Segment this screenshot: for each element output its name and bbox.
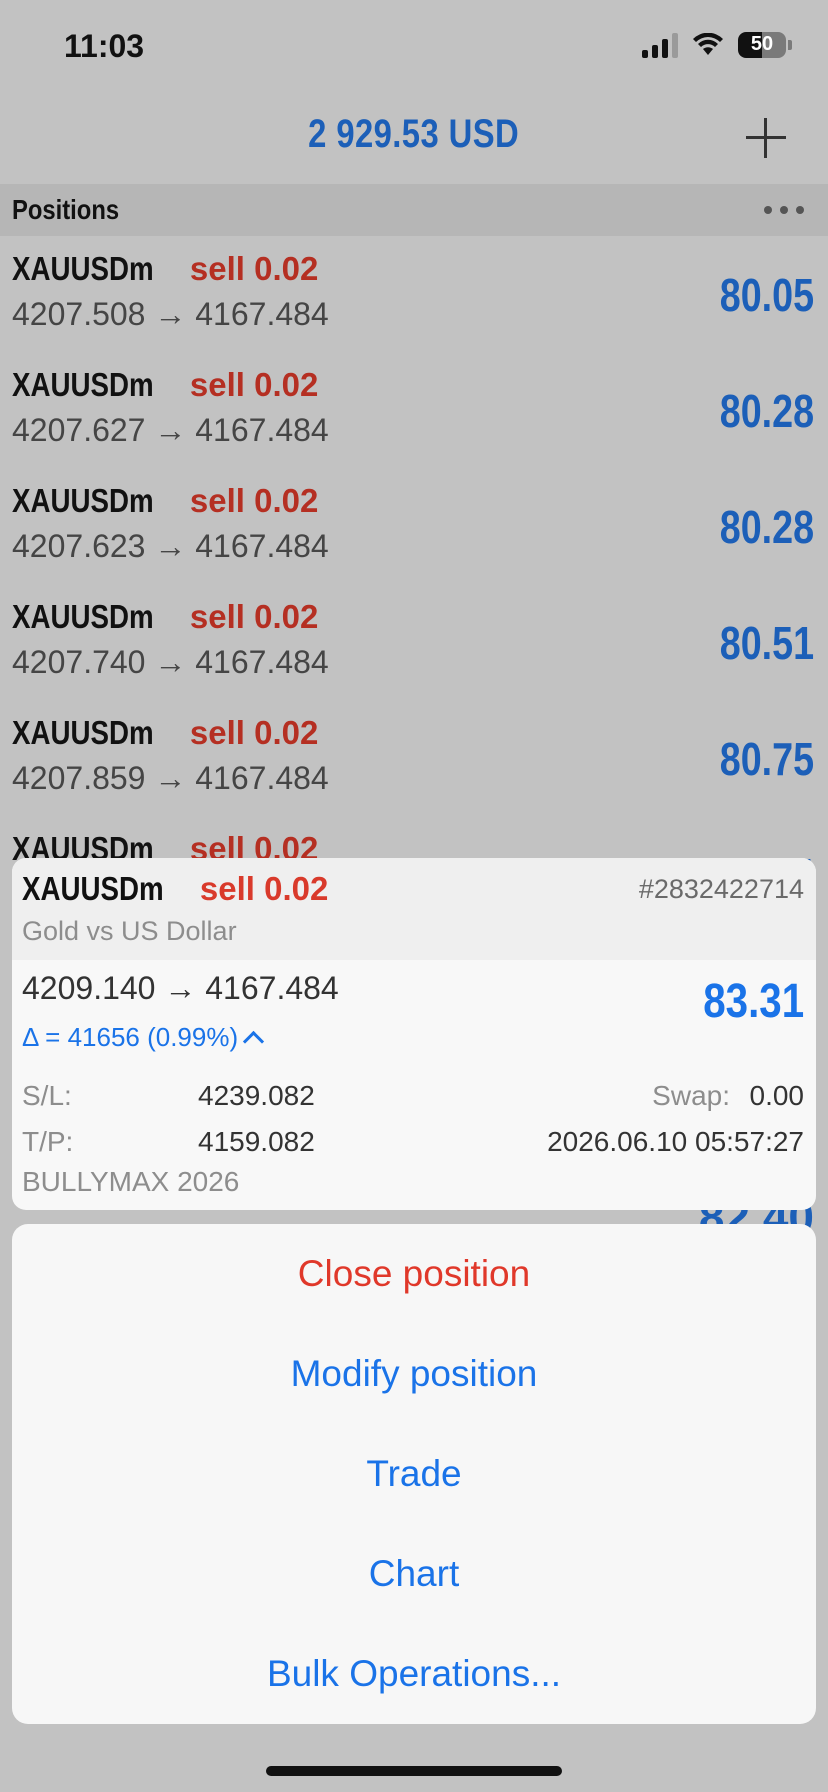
status-bar: 11:03 50 [0, 0, 828, 100]
open-price: 4207.740 [12, 644, 146, 680]
status-icons: 50 [642, 32, 792, 58]
tp-label: T/P: [22, 1126, 74, 1157]
position-detail-card: XAUUSDm sell 0.02 #2832422714 Gold vs US… [12, 858, 816, 1210]
position-type: sell 0.02 [189, 598, 319, 635]
chevron-up-icon [243, 1030, 265, 1053]
current-price: 4167.484 [195, 412, 329, 448]
position-row[interactable]: XAUUSDm sell 0.02 4207.623 → 4167.484 80… [0, 468, 828, 584]
position-type: sell 0.02 [189, 366, 319, 403]
arrow: → [154, 644, 187, 680]
arrow: → [154, 760, 187, 796]
tp-value: 4159.082 [198, 1126, 315, 1157]
add-order-button[interactable] [746, 118, 786, 158]
position-type: sell 0.02 [189, 250, 319, 287]
wifi-icon [693, 33, 723, 55]
detail-profit: 83.31 [703, 975, 804, 1028]
more-options-icon[interactable] [764, 206, 804, 214]
current-price: 4167.484 [195, 760, 329, 796]
open-price: 4207.627 [12, 412, 146, 448]
sl-value: 4239.082 [198, 1080, 315, 1111]
detail-header: XAUUSDm sell 0.02 #2832422714 Gold vs US… [12, 858, 816, 960]
open-time: 2026.06.10 05:57:27 [547, 1126, 804, 1157]
action-sheet: Close position Modify position Trade Cha… [12, 1224, 816, 1724]
current-price: 4167.484 [195, 296, 329, 332]
open-price: 4207.508 [12, 296, 146, 332]
arrow: → [154, 296, 187, 332]
trade-button[interactable]: Trade [12, 1424, 816, 1524]
position-row[interactable]: XAUUSDm sell 0.02 4207.740 → 4167.484 80… [0, 584, 828, 700]
swap-value: 0.00 [749, 1080, 805, 1111]
modify-position-button[interactable]: Modify position [12, 1324, 816, 1424]
close-position-button[interactable]: Close position [12, 1224, 816, 1324]
detail-prices: 4209.140 → 4167.484 [22, 970, 339, 1006]
position-symbol: XAUUSDm [12, 366, 154, 403]
position-row[interactable]: XAUUSDm sell 0.02 4207.859 → 4167.484 80… [0, 700, 828, 816]
position-profit: 80.28 [719, 385, 814, 437]
ticket-number: #2832422714 [638, 874, 804, 904]
chart-button[interactable]: Chart [12, 1524, 816, 1624]
section-title: Positions [12, 194, 120, 225]
sl-label: S/L: [22, 1080, 72, 1111]
positions-list: XAUUSDm sell 0.02 4207.508 → 4167.484 80… [0, 236, 828, 932]
position-profit: 80.28 [719, 501, 814, 553]
delta-text: Δ = 41656 (0.99%) [22, 1022, 239, 1052]
account-balance[interactable]: 2 929.53 USD [0, 112, 828, 157]
battery-percent: 50 [750, 33, 774, 55]
position-symbol: XAUUSDm [12, 482, 154, 519]
open-price: 4207.859 [12, 760, 146, 796]
position-profit: 80.75 [719, 733, 814, 785]
position-comment: BULLYMAX 2026 [22, 1166, 240, 1197]
arrow: → [154, 412, 187, 448]
position-profit: 80.51 [719, 617, 814, 669]
arrow: → [154, 528, 187, 564]
home-indicator[interactable] [266, 1766, 562, 1776]
current-price: 4167.484 [195, 644, 329, 680]
position-symbol: XAUUSDm [12, 598, 154, 635]
current-price: 4167.484 [195, 528, 329, 564]
cellular-signal-icon [642, 32, 678, 58]
open-price: 4207.623 [12, 528, 146, 564]
price-delta[interactable]: Δ = 41656 (0.99%) [22, 1022, 265, 1053]
position-type: sell 0.02 [189, 714, 319, 751]
position-symbol: XAUUSDm [12, 714, 154, 751]
position-symbol: XAUUSDm [12, 250, 154, 287]
battery-nub [788, 40, 792, 50]
detail-symbol: XAUUSDm [22, 870, 164, 907]
bulk-operations-button[interactable]: Bulk Operations... [12, 1624, 816, 1724]
position-row[interactable]: XAUUSDm sell 0.02 4207.508 → 4167.484 80… [0, 236, 828, 352]
position-row[interactable]: XAUUSDm sell 0.02 4207.627 → 4167.484 80… [0, 352, 828, 468]
battery-icon: 50 [738, 32, 786, 58]
symbol-description: Gold vs US Dollar [22, 916, 237, 946]
position-type: sell 0.02 [189, 482, 319, 519]
swap-label: Swap: [652, 1080, 730, 1111]
positions-section-header: Positions [0, 184, 828, 236]
status-time: 11:03 [64, 28, 145, 64]
position-profit: 80.05 [719, 269, 814, 321]
detail-type: sell 0.02 [199, 870, 329, 907]
